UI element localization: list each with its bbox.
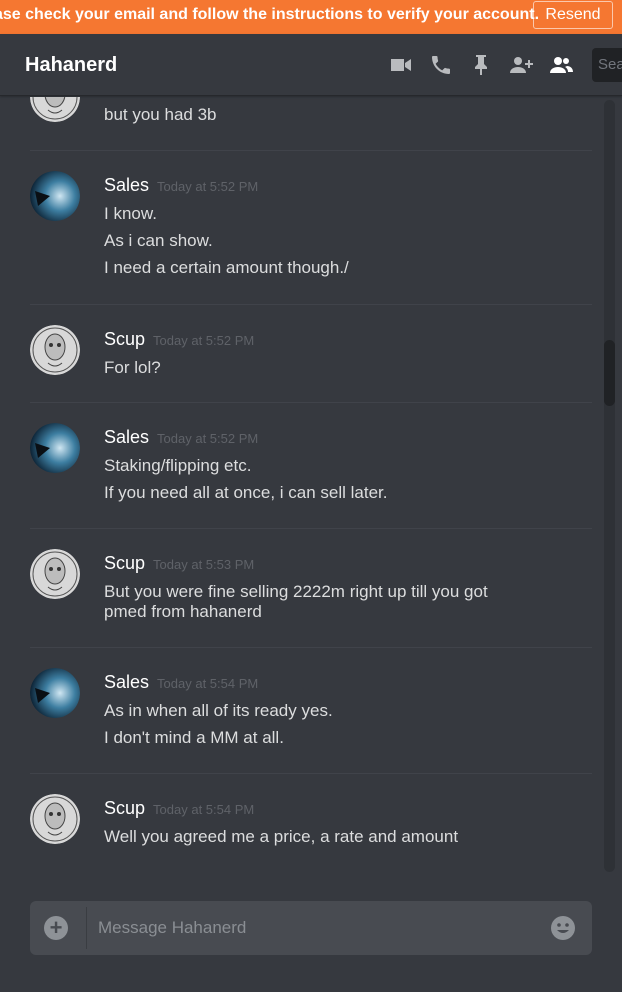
scrollbar-track[interactable]	[604, 100, 615, 872]
message-input[interactable]: Message Hahanerd	[98, 918, 246, 938]
message-text: As in when all of its ready yes.	[104, 701, 333, 720]
message-author[interactable]: Sales Today at 5:52 PM	[104, 427, 258, 448]
sales-avatar[interactable]	[30, 423, 80, 473]
message-text: I don't mind a MM at all.	[104, 728, 284, 747]
message-composer: + Message Hahanerd	[30, 901, 592, 955]
message-text: I know.	[104, 204, 157, 223]
channel-header: Hahanerd Sea	[0, 34, 622, 96]
message-timestamp: Today at 5:53 PM	[153, 557, 255, 572]
message-author[interactable]: Scup Today at 5:53 PM	[104, 553, 254, 574]
message-text: For lol?	[104, 358, 161, 377]
message-item: Scup Today at 5:54 PM Well you agreed me …	[30, 773, 592, 875]
sales-avatar[interactable]	[30, 668, 80, 718]
scup-avatar[interactable]	[30, 549, 80, 599]
message-text: But you were fine selling 2222m right up…	[104, 582, 488, 621]
message-timestamp: Today at 5:52 PM	[157, 431, 259, 446]
scup-avatar[interactable]	[30, 97, 80, 122]
sales-avatar[interactable]	[30, 171, 80, 221]
message-timestamp: Today at 5:54 PM	[153, 802, 255, 817]
scup-avatar[interactable]	[30, 325, 80, 375]
message-author[interactable]: Scup Today at 5:54 PM	[104, 798, 254, 819]
message-author[interactable]: Sales Today at 5:52 PM	[104, 175, 258, 196]
message-timestamp: Today at 5:52 PM	[157, 179, 259, 194]
author-name[interactable]: Sales	[104, 175, 149, 195]
message-text: I need a certain amount though./	[104, 258, 349, 277]
message-item: Scup Today at 5:52 PM For lol?	[30, 304, 592, 402]
author-name[interactable]: Scup	[104, 329, 145, 349]
voice-call-icon[interactable]	[428, 53, 454, 77]
message-timestamp: Today at 5:54 PM	[157, 676, 259, 691]
banner-text: ase check your email and follow the inst…	[0, 6, 540, 23]
author-name[interactable]: Sales	[104, 672, 149, 692]
message-text: If you need all at once, i can sell late…	[104, 483, 388, 502]
message-list: but you had 3b Sales Today at 5:52 PM I k…	[0, 97, 622, 875]
message-item: Scup Today at 5:53 PM But you were fine s…	[30, 528, 592, 647]
author-name[interactable]: Scup	[104, 798, 145, 818]
verify-email-banner: ase check your email and follow the inst…	[0, 0, 622, 34]
channel-title: Hahanerd	[25, 54, 118, 76]
resend-button[interactable]: Resend	[533, 1, 613, 29]
message-text: Staking/flipping etc.	[104, 456, 252, 475]
video-call-icon[interactable]	[388, 53, 414, 77]
message-text: but you had 3b	[104, 105, 217, 124]
message-timestamp: Today at 5:52 PM	[153, 333, 255, 348]
message-author[interactable]: Sales Today at 5:54 PM	[104, 672, 258, 693]
scup-avatar[interactable]	[30, 794, 80, 844]
message-item: but you had 3b	[30, 97, 592, 150]
composer-divider	[86, 907, 87, 949]
author-name[interactable]: Sales	[104, 427, 149, 447]
message-text: As i can show.	[104, 231, 213, 250]
author-name[interactable]: Scup	[104, 553, 145, 573]
add-icon[interactable]: +	[44, 916, 68, 940]
scrollbar-thumb[interactable]	[604, 340, 615, 406]
message-item: Sales Today at 5:52 PM I know. As i can s…	[30, 150, 592, 304]
message-item: Sales Today at 5:54 PM As in when all of …	[30, 647, 592, 773]
message-item: Sales Today at 5:52 PM Staking/flipping e…	[30, 402, 592, 528]
emoji-icon[interactable]	[550, 915, 576, 941]
search-input[interactable]: Sea	[592, 48, 622, 82]
add-friend-icon[interactable]	[508, 53, 534, 77]
pin-icon[interactable]	[468, 53, 494, 77]
members-icon[interactable]	[548, 53, 574, 77]
message-author[interactable]: Scup Today at 5:52 PM	[104, 329, 254, 350]
message-text: Well you agreed me a price, a rate and a…	[104, 827, 459, 846]
